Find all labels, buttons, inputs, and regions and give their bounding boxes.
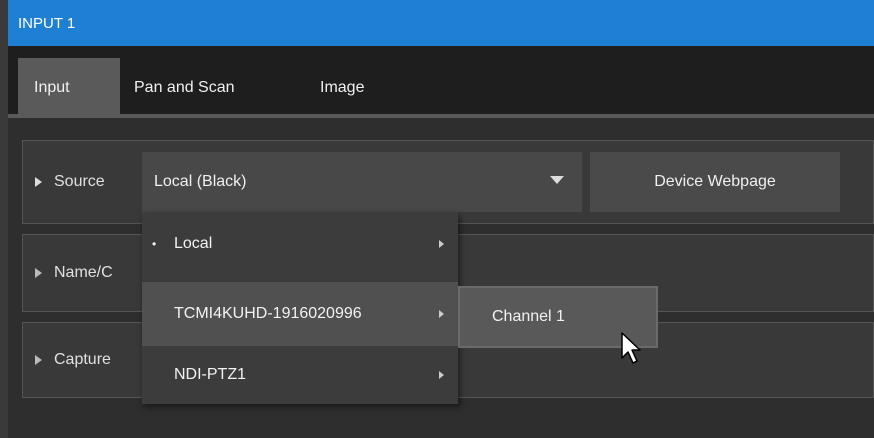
name-label: Name/C: [54, 264, 113, 281]
tab-image-label: Image: [320, 79, 365, 96]
name-expander[interactable]: Name/C: [35, 235, 113, 311]
source-dropdown-menu: • Local TCMI4KUHD-1916020996 NDI-PTZ1: [142, 212, 458, 404]
menu-item-tcmi4kuhd[interactable]: TCMI4KUHD-1916020996: [142, 282, 458, 346]
tab-input[interactable]: Input: [18, 58, 120, 118]
submenu-arrow-icon: [439, 371, 444, 379]
menu-item-label: TCMI4KUHD-1916020996: [174, 305, 362, 322]
selected-bullet-icon: •: [152, 237, 157, 251]
dropdown-arrow-icon: [550, 176, 564, 184]
menu-item-label: NDI-PTZ1: [174, 366, 246, 383]
expand-caret-icon: [35, 355, 42, 365]
source-expander[interactable]: Source: [35, 141, 105, 223]
menu-item-ndi-ptz1[interactable]: NDI-PTZ1: [142, 346, 458, 404]
tab-pan-and-scan-label: Pan and Scan: [134, 79, 235, 96]
tab-input-label: Input: [34, 79, 70, 96]
window-title: INPUT 1: [18, 14, 76, 32]
menu-item-label: Local: [174, 235, 213, 252]
capture-expander[interactable]: Capture: [35, 323, 111, 397]
device-webpage-button[interactable]: Device Webpage: [590, 152, 840, 212]
window-titlebar: INPUT 1: [8, 0, 874, 46]
submenu-arrow-icon: [439, 240, 444, 248]
tab-bar: Input Pan and Scan Image: [8, 46, 874, 118]
source-label: Source: [54, 173, 105, 190]
source-dropdown[interactable]: Local (Black): [142, 152, 582, 212]
submenu-item-label: Channel 1: [492, 308, 565, 325]
tab-pan-and-scan[interactable]: Pan and Scan: [134, 58, 274, 118]
window-left-edge: [0, 0, 8, 438]
expand-caret-icon: [35, 177, 42, 187]
expand-caret-icon: [35, 268, 42, 278]
capture-label: Capture: [54, 351, 111, 368]
tab-image[interactable]: Image: [320, 58, 390, 118]
mouse-pointer-icon: [621, 332, 641, 364]
source-dropdown-value: Local (Black): [154, 173, 247, 190]
menu-item-local[interactable]: • Local: [142, 212, 458, 276]
submenu-arrow-icon: [439, 310, 444, 318]
device-webpage-button-label: Device Webpage: [654, 173, 776, 190]
